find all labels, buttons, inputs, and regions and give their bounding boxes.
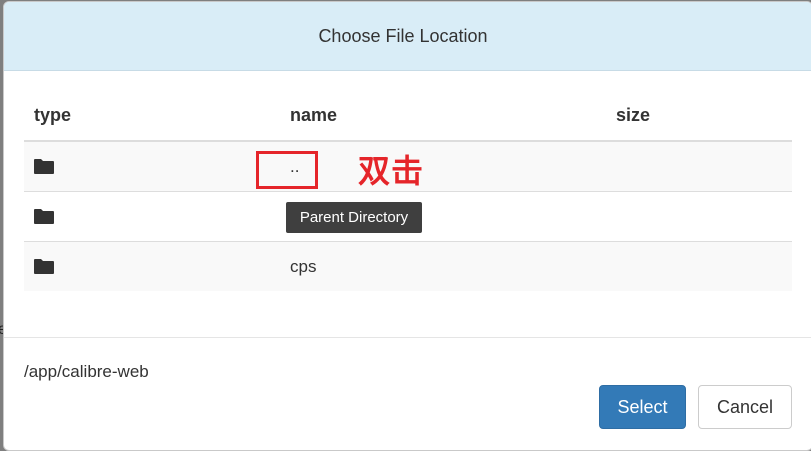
annotation-highlight-box	[256, 151, 318, 189]
folder-icon	[34, 158, 54, 174]
dialog-title: Choose File Location	[318, 25, 488, 46]
type-cell	[24, 140, 280, 192]
parent-directory-tooltip: Parent Directory	[286, 202, 422, 233]
type-cell	[24, 191, 280, 242]
folder-icon	[34, 258, 54, 274]
size-cell	[606, 191, 792, 242]
name-cell[interactable]: cps	[280, 241, 606, 291]
dialog-footer: /app/calibre-web Select Cancel	[4, 337, 811, 450]
dialog-body: type name size .. cps 双击 Parent Director…	[24, 90, 792, 291]
current-path: /app/calibre-web	[24, 362, 149, 381]
column-header-size[interactable]: size	[606, 90, 792, 142]
dialog-header: Choose File Location	[4, 2, 811, 71]
type-cell	[24, 241, 280, 291]
select-button[interactable]: Select	[599, 385, 686, 429]
size-cell	[606, 140, 792, 192]
table-header-row: type name size	[24, 90, 792, 142]
size-cell	[606, 241, 792, 291]
file-location-dialog: Choose File Location type name size .. c…	[3, 1, 811, 451]
annotation-label: 双击	[358, 153, 425, 189]
cancel-button[interactable]: Cancel	[698, 385, 792, 429]
column-header-type[interactable]: type	[24, 90, 280, 142]
folder-icon	[34, 208, 54, 224]
column-header-name[interactable]: name	[280, 90, 606, 142]
name-cell[interactable]: ..	[280, 140, 606, 192]
table-row[interactable]: cps	[24, 241, 792, 291]
